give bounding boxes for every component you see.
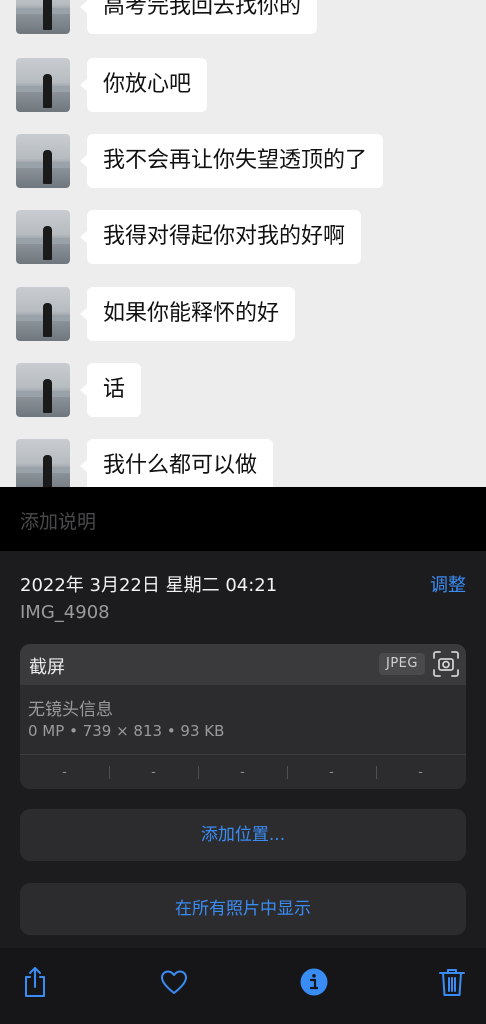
screenshot-icon: [433, 651, 459, 677]
image-specs: 0 MP • 739 × 813 • 93 KB: [28, 722, 225, 740]
avatar[interactable]: [16, 439, 70, 487]
message-bubble[interactable]: 高考完我回去找你的: [79, 0, 318, 34]
message-bubble[interactable]: 如果你能释怀的好: [79, 287, 296, 341]
chat-background: 高考完我回去找你的 你放心吧 我不会再让你失望透顶的了 我得对得起你对我的好啊 …: [0, 0, 486, 487]
message-bubble[interactable]: 我不会再让你失望透顶的了: [79, 134, 384, 188]
message-row: 我得对得起你对我的好啊: [0, 210, 486, 266]
format-badge: JPEG: [379, 653, 425, 675]
message-bubble[interactable]: 你放心吧: [79, 58, 208, 112]
message-row: 我什么都可以做: [0, 439, 486, 487]
message-row: 我不会再让你失望透顶的了: [0, 134, 486, 190]
caption-placeholder[interactable]: 添加说明: [20, 507, 96, 534]
caption-bar[interactable]: 添加说明: [0, 487, 486, 551]
card-title: 截屏: [29, 657, 65, 678]
photo-filename: IMG_4908: [20, 602, 110, 623]
avatar[interactable]: [16, 134, 70, 188]
avatar[interactable]: [16, 0, 70, 34]
message-row: 你放心吧: [0, 58, 486, 114]
trash-icon[interactable]: [437, 966, 467, 998]
message-row: 高考完我回去找你的: [0, 0, 486, 36]
message-bubble[interactable]: 我什么都可以做: [79, 439, 274, 487]
add-location-button[interactable]: 添加位置...: [20, 809, 466, 861]
photo-datetime: 2022年 3月22日 星期二 04:21: [20, 575, 278, 596]
message-row: 话: [0, 363, 486, 419]
exif-value: -: [151, 765, 156, 780]
message-row: 如果你能释怀的好: [0, 287, 486, 343]
metadata-card-header: 截屏 JPEG: [20, 644, 466, 685]
share-icon[interactable]: [20, 966, 50, 998]
message-bubble[interactable]: 我得对得起你对我的好啊: [79, 210, 362, 264]
exif-row: - - - - -: [20, 754, 466, 789]
show-in-all-photos-button[interactable]: 在所有照片中显示: [20, 883, 466, 935]
info-icon[interactable]: [299, 966, 329, 998]
avatar[interactable]: [16, 363, 70, 417]
exif-value: -: [418, 765, 423, 780]
exif-value: -: [240, 765, 245, 780]
message-bubble[interactable]: 话: [79, 363, 142, 417]
bottom-toolbar: [0, 948, 486, 1024]
avatar[interactable]: [16, 58, 70, 112]
heart-icon[interactable]: [159, 966, 189, 998]
exif-value: -: [329, 765, 334, 780]
lens-info: 无镜头信息: [28, 700, 113, 720]
exif-value: -: [62, 765, 67, 780]
avatar[interactable]: [16, 210, 70, 264]
avatar[interactable]: [16, 287, 70, 341]
adjust-button[interactable]: 调整: [430, 571, 466, 597]
metadata-card: 截屏 JPEG 无镜头信息 0 MP • 739 × 813 • 93 KB -…: [20, 644, 466, 789]
info-panel: 2022年 3月22日 星期二 04:21 调整 IMG_4908 截屏 JPE…: [0, 551, 486, 948]
